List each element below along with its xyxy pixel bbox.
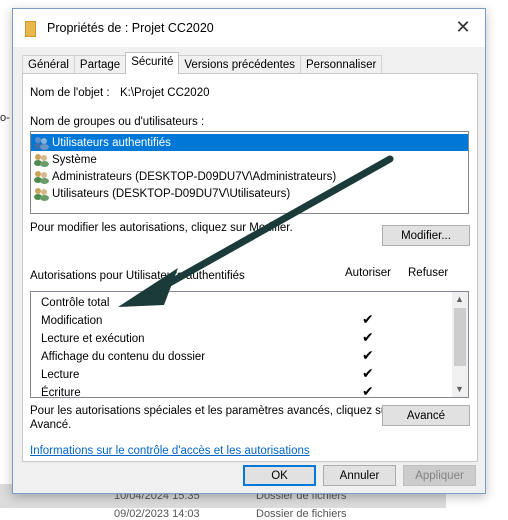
annotation-arrow-shaft (146, 155, 394, 298)
annotation-arrow-head (118, 268, 178, 307)
annotation-arrow (118, 155, 394, 307)
tab-security[interactable]: Sécurité (125, 52, 180, 74)
